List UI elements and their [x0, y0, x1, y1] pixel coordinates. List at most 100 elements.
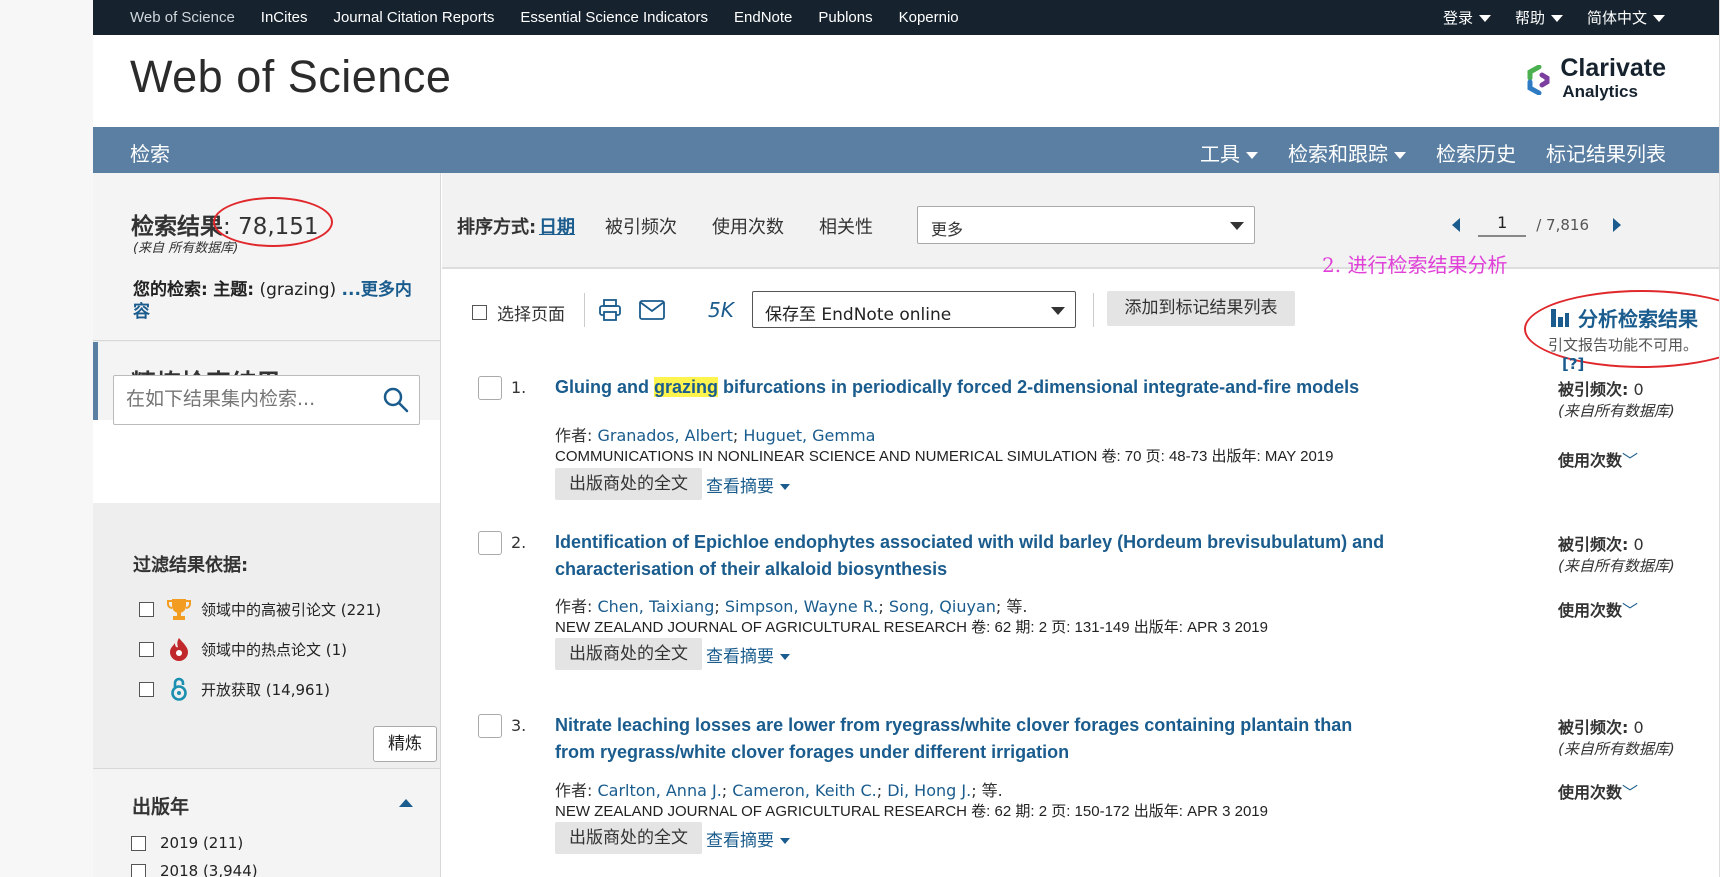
- refine-button[interactable]: 精炼: [373, 726, 437, 762]
- filter-open-access[interactable]: 开放获取 (14,961): [139, 676, 330, 702]
- record-title-link[interactable]: Nitrate leaching losses are lower from r…: [555, 712, 1385, 766]
- help-link[interactable]: [?]: [1562, 355, 1584, 373]
- language-label: 简体中文: [1586, 9, 1647, 27]
- menu-search-tracking[interactable]: 检索和跟踪: [1288, 138, 1406, 167]
- refine-sidebar: 检索结果: 78,151 (来自 所有数据库) 您的检索: 主题: (grazi…: [93, 173, 441, 877]
- main-menu-bar: 检索 工具 检索和跟踪 检索历史 标记结果列表: [93, 127, 1719, 173]
- chevron-up-icon[interactable]: [399, 799, 413, 807]
- times-cited-value: 0: [1628, 535, 1644, 554]
- export-5k-link[interactable]: 5K: [708, 298, 734, 322]
- citation-report-text: 引文报告功能不可用。: [1548, 336, 1699, 354]
- year-option[interactable]: 2019 (211): [131, 834, 243, 852]
- author-link[interactable]: Carlton, Anna J.: [597, 781, 721, 800]
- search-within-input[interactable]: [126, 388, 376, 410]
- email-icon[interactable]: [639, 300, 665, 320]
- checkbox[interactable]: [131, 835, 146, 851]
- menu-search-tracking-label: 检索和跟踪: [1288, 142, 1388, 166]
- trophy-icon: [166, 596, 192, 622]
- full-text-button[interactable]: 出版商处的全文: [555, 468, 702, 500]
- clarivate-wordmark: Clarivate Analytics: [1560, 56, 1666, 103]
- citation-report-note: 引文报告功能不可用。[?]: [1548, 334, 1719, 373]
- checkbox[interactable]: [139, 641, 154, 657]
- record-checkbox[interactable]: [478, 531, 502, 555]
- record-title-link[interactable]: Identification of Epichloe endophytes as…: [555, 529, 1385, 583]
- checkbox[interactable]: [472, 305, 487, 320]
- page-number-input[interactable]: 1: [1478, 213, 1527, 237]
- pagination: 1 / 7,816: [1452, 213, 1621, 237]
- author-link[interactable]: Song, Qiuyan: [889, 597, 996, 616]
- site-title[interactable]: Web of Science: [130, 51, 451, 103]
- times-cited-label: 被引频次:: [1558, 380, 1629, 399]
- author-link[interactable]: Granados, Albert: [597, 426, 732, 445]
- record-title-link[interactable]: Gluing and grazing bifurcations in perio…: [555, 374, 1385, 401]
- checkbox[interactable]: [139, 681, 154, 697]
- authors-label: 作者:: [555, 597, 598, 616]
- nav-link-incites[interactable]: InCites: [261, 9, 308, 26]
- times-cited-value: 0: [1628, 380, 1644, 399]
- sort-by-citations[interactable]: 被引频次: [605, 213, 677, 239]
- usage-count-toggle[interactable]: 使用次数﹀: [1558, 597, 1638, 621]
- menu-tools-label: 工具: [1200, 142, 1240, 166]
- author-link[interactable]: Huguet, Gemma: [743, 426, 875, 445]
- filter-hot-papers[interactable]: 领域中的热点论文 (1): [139, 636, 347, 662]
- next-page-icon[interactable]: [1613, 218, 1621, 232]
- nav-link-publons[interactable]: Publons: [818, 9, 872, 26]
- full-text-button[interactable]: 出版商处的全文: [555, 638, 702, 670]
- add-to-marked-list-button[interactable]: 添加到标记结果列表: [1107, 291, 1295, 326]
- menu-tools[interactable]: 工具: [1200, 138, 1258, 167]
- record-authors: 作者: Granados, Albert; Huguet, Gemma: [555, 426, 876, 445]
- author-link[interactable]: Chen, Taixiang: [597, 597, 714, 616]
- prev-page-icon[interactable]: [1452, 218, 1461, 232]
- help-menu[interactable]: 帮助: [1515, 7, 1563, 28]
- search-icon[interactable]: [383, 387, 409, 413]
- author-link[interactable]: Cameron, Keith C.: [732, 781, 876, 800]
- analyze-results-link[interactable]: 分析检索结果: [1550, 303, 1698, 332]
- select-page[interactable]: 选择页面: [472, 300, 565, 325]
- nav-link-endnote[interactable]: EndNote: [734, 9, 792, 26]
- save-to-select[interactable]: 保存至 EndNote online: [752, 291, 1076, 328]
- nav-link-esi[interactable]: Essential Science Indicators: [520, 9, 708, 26]
- usage-count-label: 使用次数: [1558, 451, 1623, 470]
- view-abstract-toggle[interactable]: 查看摘要: [706, 826, 790, 851]
- query-summary: 您的检索: 主题: (grazing) ...更多内容: [133, 279, 423, 323]
- author-link[interactable]: Simpson, Wayne R.: [725, 597, 879, 616]
- print-icon[interactable]: [598, 299, 622, 321]
- search-within-box[interactable]: [113, 375, 420, 425]
- authors-label: 作者:: [555, 781, 598, 800]
- login-menu[interactable]: 登录: [1443, 7, 1491, 28]
- clarivate-logo[interactable]: Clarivate Analytics: [1526, 56, 1666, 103]
- nav-link-kopernio[interactable]: Kopernio: [899, 9, 959, 26]
- view-abstract-label: 查看摘要: [706, 477, 774, 497]
- chevron-down-icon: [1478, 15, 1491, 22]
- page-total: / 7,816: [1536, 216, 1589, 234]
- record-checkbox[interactable]: [478, 714, 502, 738]
- usage-count-toggle[interactable]: 使用次数﹀: [1558, 447, 1638, 471]
- year-option[interactable]: 2018 (3,944): [131, 862, 258, 877]
- usage-count-toggle[interactable]: 使用次数﹀: [1558, 779, 1638, 803]
- sort-by-date[interactable]: 日期: [539, 213, 575, 239]
- menu-search[interactable]: 检索: [130, 138, 170, 167]
- scrollbar[interactable]: [1719, 0, 1736, 877]
- chevron-down-icon: [1394, 152, 1406, 159]
- full-text-button[interactable]: 出版商处的全文: [555, 822, 702, 854]
- chevron-down-icon: [1653, 15, 1665, 22]
- results-main: 排序方式: 日期 被引频次 使用次数 相关性 更多 1 / 7,816 2. 进…: [442, 173, 1719, 877]
- checkbox[interactable]: [131, 863, 146, 877]
- language-menu[interactable]: 简体中文: [1587, 7, 1665, 28]
- menu-search-history[interactable]: 检索历史: [1436, 138, 1516, 167]
- filter-highly-cited[interactable]: 领域中的高被引论文 (221): [139, 596, 381, 622]
- chevron-down-icon: ﹀: [1622, 783, 1639, 802]
- sort-by-usage[interactable]: 使用次数: [712, 213, 784, 239]
- menu-marked-list[interactable]: 标记结果列表: [1546, 138, 1666, 167]
- nav-link-jcr[interactable]: Journal Citation Reports: [333, 9, 494, 26]
- times-cited-value: 0: [1628, 718, 1644, 737]
- save-to-value: 保存至 EndNote online: [765, 305, 952, 325]
- checkbox[interactable]: [139, 601, 154, 617]
- author-link[interactable]: Di, Hong J.: [887, 781, 971, 800]
- nav-link-web-of-science[interactable]: Web of Science: [130, 9, 235, 26]
- view-abstract-toggle[interactable]: 查看摘要: [706, 472, 790, 497]
- sort-more-select[interactable]: 更多: [917, 206, 1255, 244]
- view-abstract-toggle[interactable]: 查看摘要: [706, 642, 790, 667]
- record-checkbox[interactable]: [478, 376, 502, 400]
- sort-by-relevance[interactable]: 相关性: [819, 213, 873, 239]
